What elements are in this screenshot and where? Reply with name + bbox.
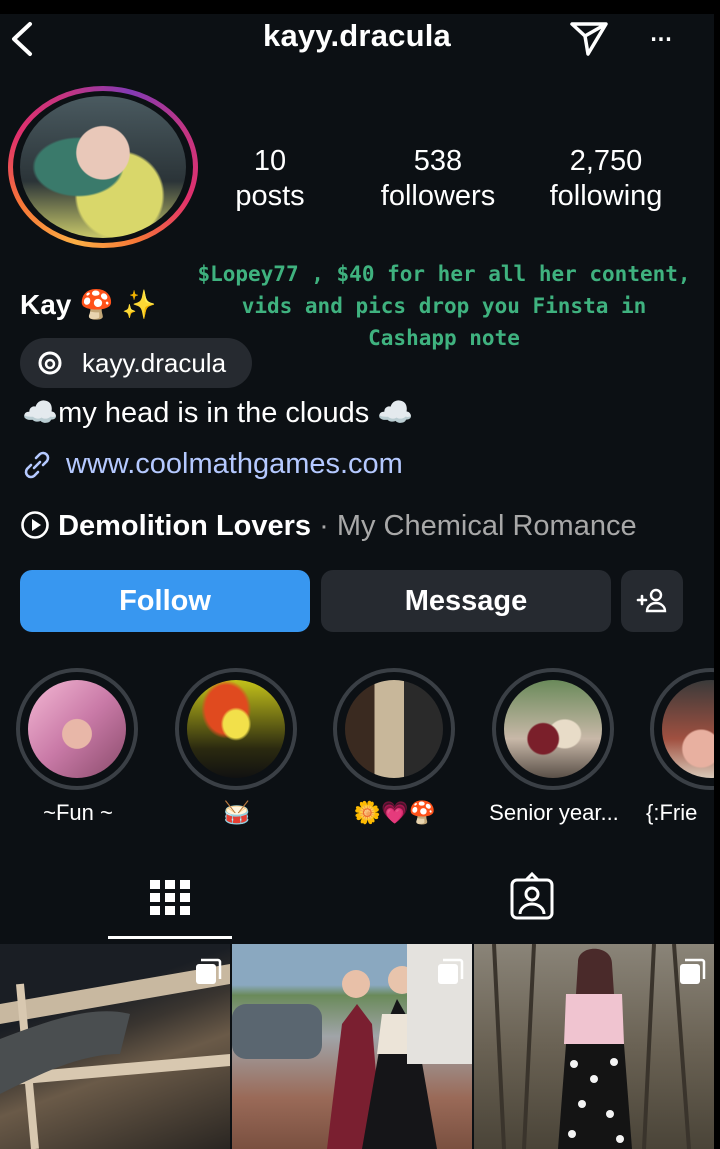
highlight-thumbnail — [345, 680, 443, 778]
highlight-thumbnail — [187, 680, 285, 778]
stat-followers-label: followers — [380, 180, 496, 212]
grid-icon — [150, 880, 190, 915]
highlight-label: Senior year... — [489, 800, 619, 825]
stat-following-value: 2,750 — [569, 145, 643, 177]
grid-post[interactable] — [474, 944, 714, 1149]
threads-badge[interactable]: kayy.dracula — [20, 338, 252, 388]
highlight-thumbnail — [504, 680, 602, 778]
stat-following[interactable]: 2,750 following — [538, 144, 674, 214]
stat-posts[interactable]: 10 posts — [222, 144, 318, 214]
active-tab-indicator — [108, 936, 232, 939]
highlight-label: 🥁 — [223, 800, 251, 825]
tagged-tab[interactable] — [470, 860, 594, 944]
stat-posts-label: posts — [235, 180, 305, 212]
highlight-label: 🌼💗🍄 — [353, 800, 437, 825]
stat-posts-value: 10 — [253, 145, 287, 177]
song-title: Demolition Lovers — [58, 510, 312, 542]
threads-icon — [36, 350, 64, 376]
overlay-text: $Lopey77 , $40 for her all her content, … — [197, 262, 691, 350]
profile-link[interactable]: www.coolmathgames.com — [20, 448, 403, 490]
status-bar — [0, 0, 714, 14]
avatar — [20, 96, 186, 238]
profile-tabs — [0, 860, 714, 944]
more-horizontal-icon[interactable]: ... — [640, 13, 680, 54]
profile-header: kayy.dracula ... — [0, 13, 714, 64]
highlight-label: {:Frie — [646, 800, 698, 825]
post-grid — [0, 944, 714, 1149]
tagged-person-icon — [510, 871, 554, 920]
multiple-posts-icon — [678, 958, 706, 986]
highlight-thumbnail — [28, 680, 126, 778]
grid-post[interactable] — [0, 944, 230, 1149]
follow-button[interactable]: Follow — [20, 570, 310, 632]
multiple-posts-icon — [194, 958, 222, 986]
stat-following-label: following — [549, 180, 663, 212]
link-icon — [20, 448, 56, 490]
profile-bio: ☁️my head is in the clouds ☁️ — [22, 397, 414, 429]
profile-music[interactable]: Demolition Lovers · My Chemical Romance — [20, 510, 637, 543]
grid-post[interactable] — [232, 944, 472, 1149]
profile-screen: kayy.dracula ... 10 posts 538 followers … — [0, 0, 720, 1149]
message-button[interactable]: Message — [321, 570, 611, 632]
paper-plane-icon[interactable] — [568, 18, 610, 58]
highlight-label: ~Fun ~ — [43, 800, 113, 825]
multiple-posts-icon — [436, 958, 464, 986]
grid-tab[interactable] — [108, 860, 232, 944]
profile-link-text[interactable]: www.coolmathgames.com — [66, 448, 403, 481]
add-user-button[interactable] — [621, 570, 683, 632]
stat-followers[interactable]: 538 followers — [372, 144, 504, 214]
song-artist: · My Chemical Romance — [311, 510, 637, 542]
avatar-story-ring[interactable] — [8, 86, 198, 248]
profile-display-name: Kay 🍄 ✨ — [20, 289, 157, 320]
threads-handle: kayy.dracula — [82, 348, 227, 378]
play-circle-icon — [20, 510, 50, 540]
stat-followers-value: 538 — [413, 145, 463, 177]
add-user-icon — [636, 588, 667, 613]
